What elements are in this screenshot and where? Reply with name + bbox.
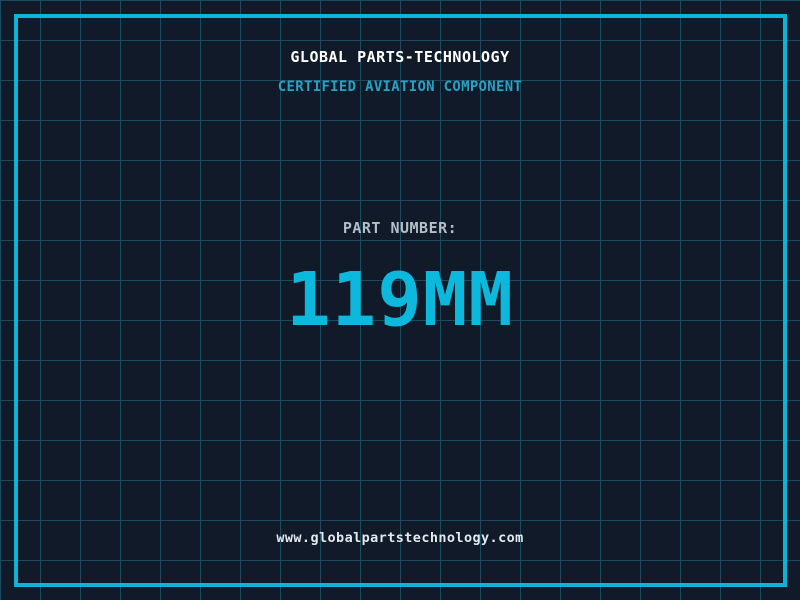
part-number-value: 119MM — [286, 257, 514, 343]
part-number-label: PART NUMBER: — [342, 219, 458, 237]
company-title: GLOBAL PARTS-TECHNOLOGY — [290, 48, 510, 66]
certification-subtitle: CERTIFIED AVIATION COMPONENT — [277, 79, 523, 95]
website-url: www.globalpartstechnology.com — [276, 530, 524, 546]
